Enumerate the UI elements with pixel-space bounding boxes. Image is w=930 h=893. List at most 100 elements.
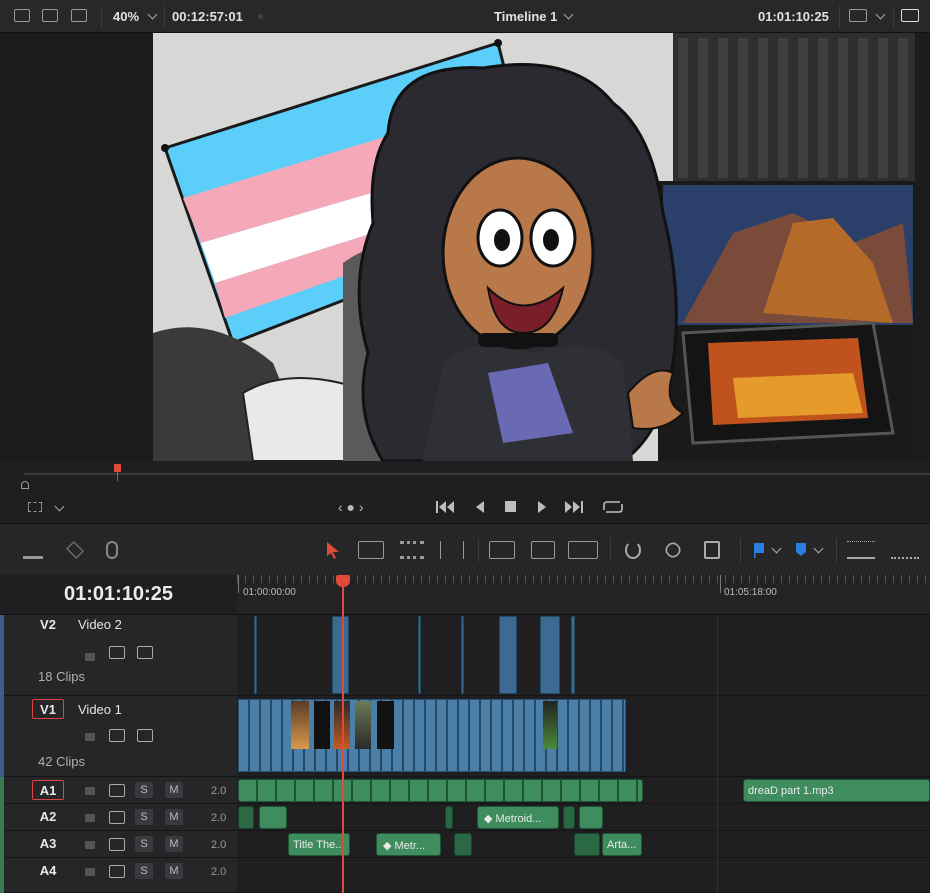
audio-clip[interactable]: [563, 806, 575, 829]
position-lock-icon[interactable]: [704, 541, 720, 559]
video-clip[interactable]: [254, 616, 257, 694]
track-lane-a4[interactable]: [237, 858, 930, 893]
in-marker-icon[interactable]: [21, 481, 29, 489]
selection-pointer-icon[interactable]: [325, 541, 345, 559]
video-clip[interactable]: [540, 616, 560, 694]
track-id-v1[interactable]: V1: [32, 699, 64, 719]
auto-select-icon[interactable]: [109, 784, 125, 797]
track-volume: 2.0: [211, 785, 227, 797]
video-clip[interactable]: [571, 616, 575, 694]
audio-clip[interactable]: Title The...: [288, 833, 350, 856]
loop-icon[interactable]: [603, 501, 623, 513]
image-icon[interactable]: [14, 9, 30, 22]
lock-icon[interactable]: [85, 868, 95, 876]
zoom-detail-icon[interactable]: [891, 541, 919, 559]
track-id-a1[interactable]: A1: [32, 780, 64, 800]
zoom-full-icon[interactable]: [847, 541, 875, 559]
trim-edit-icon[interactable]: [358, 541, 384, 559]
lock-icon[interactable]: [85, 653, 95, 661]
solo-button[interactable]: S: [135, 863, 153, 879]
go-to-start-icon[interactable]: [436, 501, 454, 513]
stop-icon[interactable]: [505, 501, 516, 512]
marker-icon[interactable]: [794, 541, 814, 559]
chevron-down-icon[interactable]: [54, 501, 65, 512]
auto-select-icon[interactable]: [109, 865, 125, 878]
audio-clip[interactable]: [238, 806, 254, 829]
timeline-name[interactable]: Timeline 1: [494, 9, 557, 24]
track-id-a3[interactable]: A3: [32, 834, 64, 854]
image-icon[interactable]: [42, 9, 58, 22]
track-name-v1[interactable]: Video 1: [78, 702, 122, 717]
chevron-down-icon[interactable]: [813, 543, 824, 554]
track-id-v2[interactable]: V2: [32, 615, 64, 635]
hd-output-icon[interactable]: [901, 9, 919, 22]
dynamic-trim-icon[interactable]: [400, 541, 424, 559]
track-id-a2[interactable]: A2: [32, 807, 64, 827]
auto-select-icon[interactable]: [109, 811, 125, 824]
lock-icon[interactable]: [85, 841, 95, 849]
track-id-a4[interactable]: A4: [32, 861, 64, 881]
snapping-magnet-icon[interactable]: [625, 541, 641, 559]
insert-clip-icon[interactable]: [489, 541, 515, 559]
audio-clip[interactable]: [574, 833, 600, 856]
track-lane-a1[interactable]: dreaD part 1.mp3: [237, 777, 930, 804]
auto-select-icon[interactable]: [109, 729, 125, 742]
auto-select-icon[interactable]: [109, 838, 125, 851]
audio-clip[interactable]: [454, 833, 472, 856]
microphone-icon[interactable]: [106, 541, 118, 559]
flag-icon[interactable]: [752, 541, 772, 559]
track-lane-a3[interactable]: Title The... ◆ Metr... Arta...: [237, 831, 930, 858]
chevron-down-icon[interactable]: [875, 9, 886, 20]
audio-clip[interactable]: [579, 806, 603, 829]
mute-button[interactable]: M: [165, 863, 183, 879]
chevron-down-icon[interactable]: [771, 543, 782, 554]
timeline-timecode[interactable]: 01:01:10:25: [64, 583, 173, 606]
zoom-level[interactable]: 40%: [113, 9, 139, 24]
film-strip-icon[interactable]: [137, 729, 153, 742]
audio-clip-group[interactable]: [238, 779, 643, 802]
video-clip[interactable]: [332, 616, 349, 694]
video-clip[interactable]: [461, 616, 464, 694]
cut-list-icon[interactable]: [23, 541, 43, 559]
film-strip-icon[interactable]: [137, 646, 153, 659]
solo-button[interactable]: S: [135, 782, 153, 798]
chevron-down-icon[interactable]: [563, 9, 574, 20]
layout-icon[interactable]: [71, 9, 87, 22]
video-clip[interactable]: [499, 616, 517, 694]
auto-select-icon[interactable]: [109, 646, 125, 659]
solo-button[interactable]: S: [135, 836, 153, 852]
lock-icon[interactable]: [85, 814, 95, 822]
track-name-v2[interactable]: Video 2: [78, 617, 122, 632]
mute-button[interactable]: M: [165, 809, 183, 825]
track-lane-v2[interactable]: [237, 615, 930, 696]
audio-clip[interactable]: Arta...: [602, 833, 642, 856]
viewer-size-icon[interactable]: [849, 9, 867, 22]
crop-icon[interactable]: [28, 502, 42, 512]
audio-clip[interactable]: ◆ Metroid...: [477, 806, 559, 829]
scrub-bar[interactable]: [24, 473, 930, 475]
video-clip[interactable]: [418, 616, 421, 694]
audio-clip[interactable]: [259, 806, 287, 829]
go-to-end-icon[interactable]: [565, 501, 583, 513]
overwrite-clip-icon[interactable]: [531, 541, 555, 559]
clip-thumbnail: [377, 701, 394, 749]
audio-clip[interactable]: dreaD part 1.mp3: [743, 779, 930, 802]
solo-button[interactable]: S: [135, 809, 153, 825]
blade-icon[interactable]: [440, 541, 464, 559]
track-lane-a2[interactable]: ◆ Metroid...: [237, 804, 930, 831]
audio-clip[interactable]: ◆ Metr...: [376, 833, 441, 856]
play-icon[interactable]: [538, 501, 546, 513]
viewer-frame[interactable]: [153, 33, 915, 461]
mute-button[interactable]: M: [165, 782, 183, 798]
chevron-down-icon[interactable]: [147, 9, 158, 20]
link-icon[interactable]: [662, 539, 684, 561]
jog-control[interactable]: ‹ ● ›: [338, 499, 364, 515]
track-lane-v1[interactable]: [237, 696, 930, 777]
audio-clip[interactable]: [445, 806, 453, 829]
mute-button[interactable]: M: [165, 836, 183, 852]
lock-icon[interactable]: [85, 787, 95, 795]
lock-icon[interactable]: [85, 733, 95, 741]
play-reverse-icon[interactable]: [476, 501, 484, 513]
replace-clip-icon[interactable]: [568, 541, 598, 559]
snapping-icon[interactable]: [66, 541, 84, 559]
